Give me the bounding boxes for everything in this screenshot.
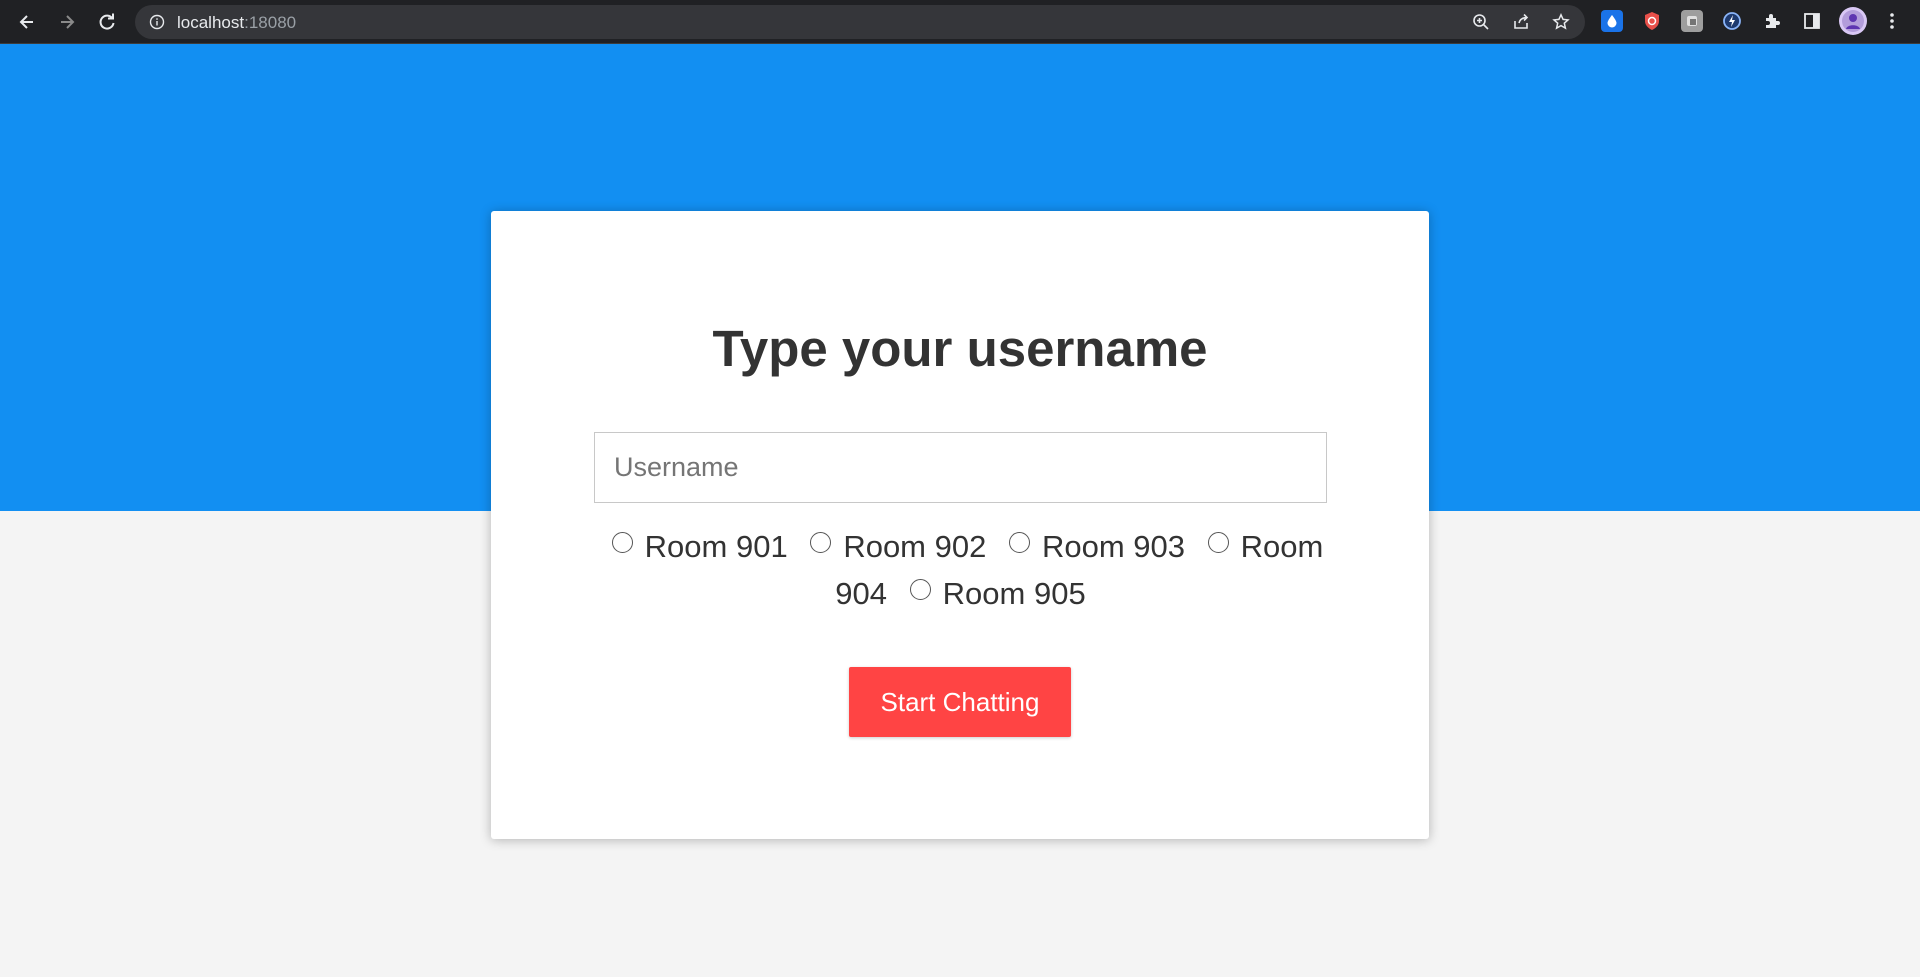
reload-button[interactable]	[93, 8, 121, 36]
radio-room-903[interactable]	[1008, 532, 1030, 553]
radio-room-904[interactable]	[1207, 532, 1229, 553]
reload-icon	[99, 13, 115, 30]
page: Type your username Room 901 Room 902 Roo…	[0, 44, 1920, 977]
radio-room-902[interactable]	[810, 532, 832, 553]
arrow-left-icon	[19, 15, 33, 29]
back-button[interactable]	[13, 8, 41, 36]
star-icon[interactable]	[1552, 13, 1570, 31]
radio-room-905[interactable]	[909, 579, 931, 600]
forward-button[interactable]	[53, 8, 81, 36]
room-option-905[interactable]: Room 905	[896, 576, 1086, 611]
room-label-901: Room 901	[644, 529, 788, 564]
radio-room-901[interactable]	[611, 532, 633, 553]
room-label-903: Room 903	[1041, 529, 1185, 564]
address-bar[interactable]: localhost:18080	[135, 5, 1585, 39]
room-option-902[interactable]: Room 902	[796, 529, 986, 564]
room-option-901[interactable]: Room 901	[598, 529, 788, 564]
room-label-902: Room 902	[843, 529, 987, 564]
menu-dots-icon[interactable]	[1881, 10, 1903, 32]
username-card: Type your username Room 901 Room 902 Roo…	[491, 211, 1429, 839]
browser-toolbar: localhost:18080	[0, 0, 1920, 44]
username-input[interactable]	[594, 432, 1327, 503]
puzzle-icon[interactable]	[1761, 10, 1783, 32]
zoom-icon[interactable]	[1472, 13, 1490, 31]
arrow-right-icon	[61, 15, 75, 29]
url-port: :18080	[244, 13, 297, 32]
gray-extension-icon[interactable]	[1681, 10, 1703, 32]
room-selector: Room 901 Room 902 Room 903 Room 904 Room…	[594, 523, 1327, 617]
room-label-905: Room 905	[942, 576, 1086, 611]
info-icon[interactable]	[149, 14, 165, 30]
side-panel-icon[interactable]	[1801, 10, 1823, 32]
profile-avatar[interactable]	[1839, 7, 1867, 35]
water-drop-extension-icon[interactable]	[1601, 10, 1623, 32]
start-chatting-button[interactable]: Start Chatting	[849, 667, 1071, 737]
bolt-extension-icon[interactable]	[1721, 10, 1743, 32]
room-option-903[interactable]: Room 903	[995, 529, 1185, 564]
page-title: Type your username	[712, 320, 1208, 377]
address-url: localhost:18080	[177, 13, 296, 33]
shield-extension-icon[interactable]	[1641, 10, 1663, 32]
share-icon[interactable]	[1512, 13, 1530, 31]
url-host: localhost	[177, 13, 245, 32]
